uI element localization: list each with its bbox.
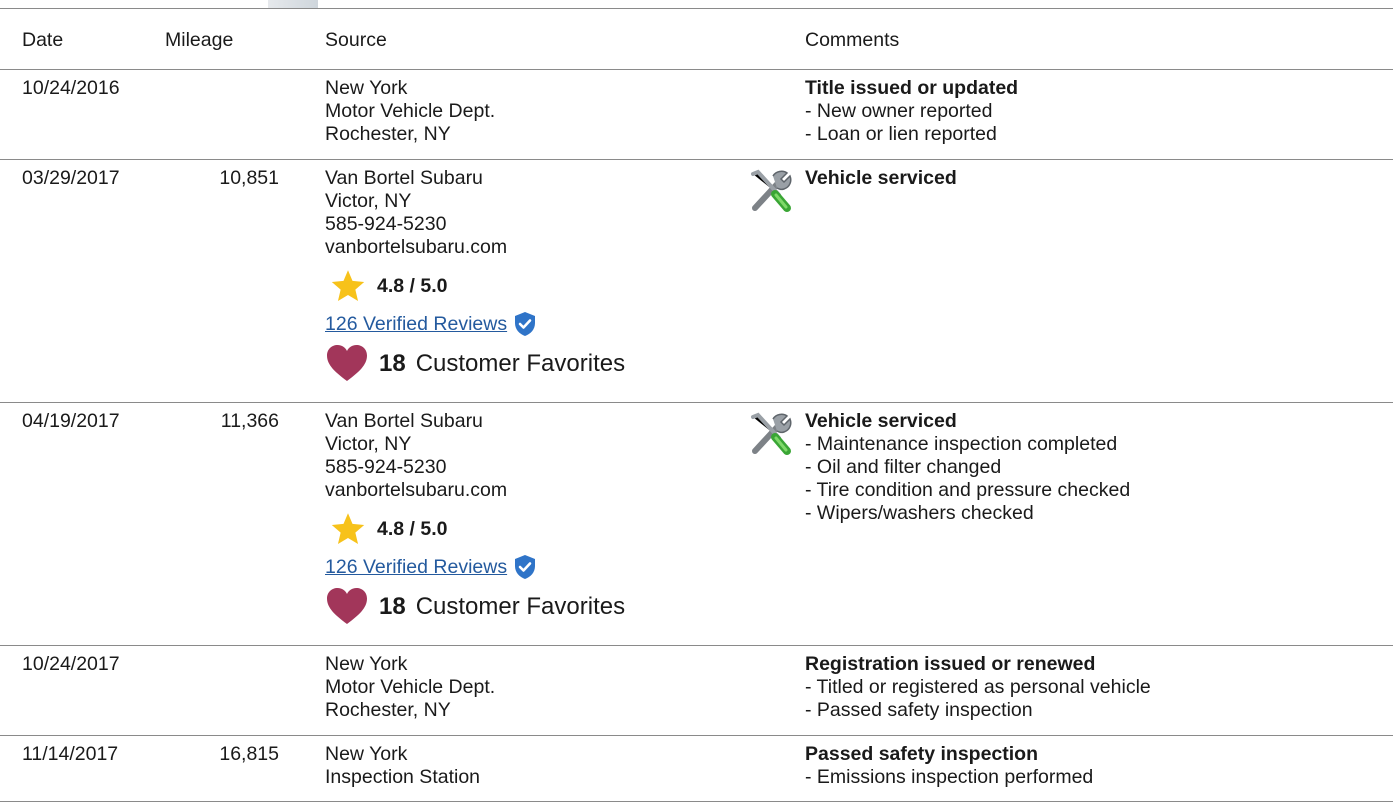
comment-item: - Wipers/washers checked (805, 502, 1034, 524)
source-line: Inspection Station (325, 766, 481, 788)
comment-block: Passed safety inspection - Emissions ins… (805, 743, 1393, 789)
source-line: New York (325, 653, 408, 675)
mileage-cell: 10,851 (165, 159, 325, 403)
heart-icon (327, 588, 367, 624)
dealer-website: vanbortelsubaru.com (325, 236, 508, 258)
source-cell: New York Motor Vehicle Dept. Rochester, … (325, 69, 805, 160)
service-tools-icon (751, 412, 792, 455)
comment-title: Vehicle serviced (805, 410, 957, 432)
comment-item: - Oil and filter changed (805, 456, 1002, 478)
comments-cell: Vehicle serviced (751, 159, 1393, 403)
comment-title: Vehicle serviced (805, 167, 957, 189)
favorites-label: Customer Favorites (415, 592, 626, 620)
source-line: Van Bortel Subaru (325, 410, 483, 432)
source-line: Victor, NY (325, 433, 412, 455)
source-line: Van Bortel Subaru (325, 167, 483, 189)
comment-title: Registration issued or renewed (805, 653, 1096, 675)
favorites-count: 18 (379, 592, 406, 620)
source-line: Rochester, NY (325, 123, 451, 145)
comment-item: - Tire condition and pressure checked (805, 479, 1131, 501)
mileage-cell: 11,366 (165, 402, 325, 646)
source-cell: New York Inspection Station (325, 735, 805, 802)
favorites-count: 18 (379, 349, 406, 377)
mileage-cell: 16,815 (165, 735, 325, 802)
table-row: 11/14/2017 16,815 New York Inspection St… (0, 735, 1393, 802)
service-tools-icon (751, 169, 792, 212)
source-cell: Van Bortel Subaru Victor, NY 585-924-523… (325, 159, 805, 403)
source-line: Rochester, NY (325, 699, 451, 721)
source-line: New York (325, 743, 408, 765)
top-strip (0, 0, 1393, 8)
comment-block: Title issued or updated - New owner repo… (805, 77, 1393, 146)
comment-block: Vehicle serviced - Maintenance inspectio… (747, 410, 1393, 525)
customer-favorites: 18 Customer Favorites (325, 586, 805, 626)
reviews-row: 126 Verified Reviews (325, 554, 805, 580)
column-header-date: Date (0, 8, 165, 70)
date-cell: 04/19/2017 (0, 402, 165, 646)
verified-shield-icon (515, 555, 536, 579)
date-cell: 11/14/2017 (0, 735, 165, 802)
source-line: 585-924-5230 (325, 456, 447, 478)
vehicle-thumbnail-edge (268, 0, 318, 8)
column-header-source: Source (325, 8, 805, 70)
verified-shield-icon (515, 312, 536, 336)
table-row: 10/24/2016 New York Motor Vehicle Dept. … (0, 69, 1393, 160)
comment-title: Title issued or updated (805, 77, 1019, 99)
verified-reviews-link[interactable]: 126 Verified Reviews (325, 313, 507, 336)
comments-cell: Passed safety inspection - Emissions ins… (805, 735, 1393, 802)
comments-cell: Vehicle serviced - Maintenance inspectio… (751, 402, 1393, 646)
table-header-row: Date Mileage Source Comments (0, 8, 1393, 70)
source-line: 585-924-5230 (325, 213, 447, 235)
comment-item: - Emissions inspection performed (805, 766, 1094, 788)
rating-value: 4.8 / 5.0 (377, 517, 448, 540)
dealer-rating: 4.8 / 5.0 (325, 510, 805, 548)
mileage-cell (165, 69, 325, 160)
column-header-mileage: Mileage (165, 8, 325, 70)
comment-item: - Maintenance inspection completed (805, 433, 1118, 455)
favorites-label: Customer Favorites (415, 349, 626, 377)
source-cell: New York Motor Vehicle Dept. Rochester, … (325, 645, 805, 736)
star-icon (331, 270, 365, 301)
dealer-rating: 4.8 / 5.0 (325, 267, 805, 305)
mileage-cell (165, 645, 325, 736)
source-line: Victor, NY (325, 190, 412, 212)
date-cell: 10/24/2017 (0, 645, 165, 736)
dealer-website: vanbortelsubaru.com (325, 479, 508, 501)
source-line: Motor Vehicle Dept. (325, 100, 496, 122)
table-row: 03/29/2017 10,851 Van Bortel Subaru Vict… (0, 159, 1393, 403)
star-icon (331, 513, 365, 544)
vehicle-history-table: Date Mileage Source Comments 10/24/2016 … (0, 8, 1393, 802)
date-cell: 10/24/2016 (0, 69, 165, 160)
comment-block: Vehicle serviced (747, 167, 1393, 212)
comments-cell: Title issued or updated - New owner repo… (805, 69, 1393, 160)
comment-item: - New owner reported (805, 100, 993, 122)
source-line: New York (325, 77, 408, 99)
source-line: Motor Vehicle Dept. (325, 676, 496, 698)
rating-value: 4.8 / 5.0 (377, 274, 448, 297)
comments-cell: Registration issued or renewed - Titled … (805, 645, 1393, 736)
table-row: 10/24/2017 New York Motor Vehicle Dept. … (0, 645, 1393, 736)
reviews-row: 126 Verified Reviews (325, 311, 805, 337)
comment-block: Registration issued or renewed - Titled … (805, 653, 1393, 722)
comment-item: - Titled or registered as personal vehic… (805, 676, 1151, 698)
comment-item: - Passed safety inspection (805, 699, 1033, 721)
verified-reviews-link[interactable]: 126 Verified Reviews (325, 556, 507, 579)
table-row: 04/19/2017 11,366 Van Bortel Subaru Vict… (0, 402, 1393, 646)
comment-item: - Loan or lien reported (805, 123, 997, 145)
column-header-comments: Comments (805, 8, 1393, 70)
heart-icon (327, 345, 367, 381)
source-cell: Van Bortel Subaru Victor, NY 585-924-523… (325, 402, 805, 646)
comment-title: Passed safety inspection (805, 743, 1039, 765)
date-cell: 03/29/2017 (0, 159, 165, 403)
customer-favorites: 18 Customer Favorites (325, 343, 805, 383)
